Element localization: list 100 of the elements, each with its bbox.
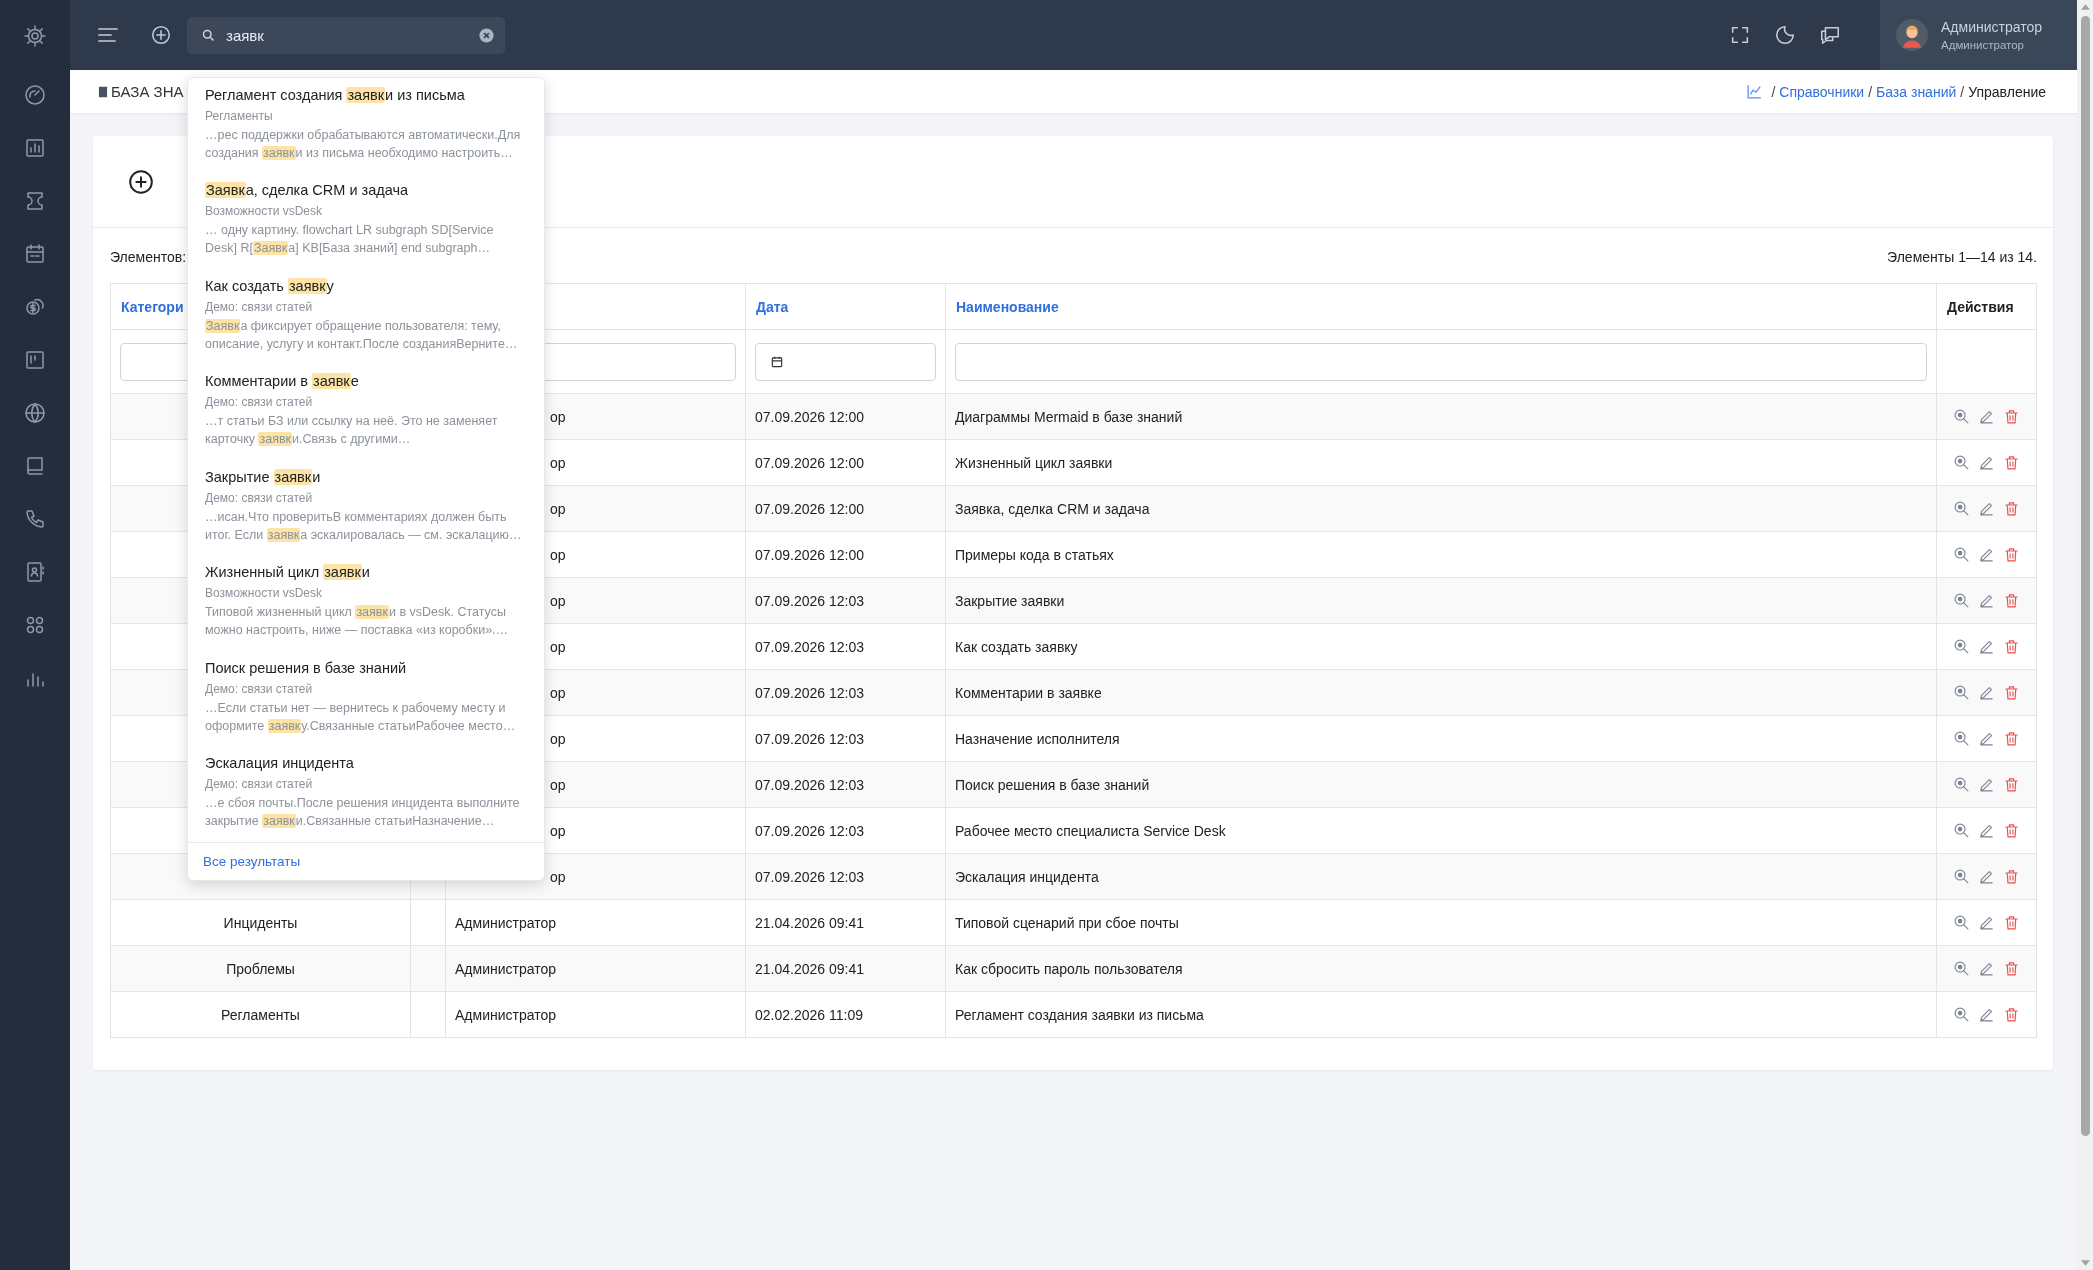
- scrollbar[interactable]: [2077, 0, 2093, 1270]
- column-header[interactable]: Наименование: [956, 298, 1059, 315]
- scroll-down-icon[interactable]: [2080, 1260, 2090, 1266]
- result-category: Демо: связи статей: [205, 298, 314, 316]
- trash-icon[interactable]: [2002, 1006, 2020, 1024]
- trash-icon[interactable]: [2002, 684, 2020, 702]
- calendar-icon: [770, 354, 784, 369]
- trash-icon[interactable]: [2002, 546, 2020, 564]
- trash-icon[interactable]: [2002, 730, 2020, 748]
- pencil-icon[interactable]: [1978, 408, 1995, 426]
- avatar-icon: [1896, 19, 1928, 51]
- table-cell: Как сбросить пароль пользователя: [955, 960, 1183, 977]
- trash-icon[interactable]: [2002, 914, 2020, 932]
- result-snippet: Заявка фиксирует обращение пользователя: тему, описание, услугу и контакт.После созданияВерните…: [205, 317, 519, 353]
- magnifier-icon[interactable]: [1953, 868, 1971, 886]
- result-category: Возможности vsDesk: [205, 585, 324, 602]
- table-cell: Проблемы: [226, 960, 295, 977]
- scroll-up-icon[interactable]: [2080, 4, 2090, 10]
- magnifier-icon[interactable]: [1953, 914, 1971, 932]
- magnifier-icon[interactable]: [1953, 500, 1971, 518]
- breadcrumb-link[interactable]: Справочники: [1779, 83, 1865, 100]
- globe-icon[interactable]: [23, 401, 47, 425]
- result-snippet: …т статьи БЗ или ссылку на неё. Это не заменяет карточку заявки.Связь с другими…: [205, 413, 499, 448]
- result-title[interactable]: Заявка, сделка CRM и задача: [205, 180, 534, 200]
- filter-field[interactable]: [955, 342, 1927, 381]
- pencil-icon[interactable]: [1978, 730, 1995, 748]
- settings-icon[interactable]: [23, 24, 47, 48]
- pencil-icon[interactable]: [1978, 914, 1995, 932]
- table-cell: 21.04.2026 09:41: [755, 914, 864, 931]
- pencil-icon[interactable]: [1978, 546, 1995, 564]
- table-cell: Администратор: [455, 914, 556, 931]
- breadcrumb-separator: /: [1960, 83, 1965, 100]
- trash-icon[interactable]: [2002, 592, 2020, 610]
- result-title[interactable]: Комментарии в заявке: [205, 371, 534, 391]
- trash-icon[interactable]: [2002, 408, 2020, 426]
- pencil-icon[interactable]: [1978, 500, 1995, 518]
- pencil-icon[interactable]: [1978, 822, 1995, 840]
- result-snippet: …е сбоя почты.После решения инцидента выполните закрытие заявки.Связанные статьиНазначение…: [205, 795, 521, 830]
- chat-icon[interactable]: [1819, 24, 1841, 46]
- result-title[interactable]: Как создать заявку: [205, 275, 534, 296]
- result-category: Демо: связи статей: [205, 489, 314, 507]
- calendar-icon[interactable]: [23, 242, 47, 266]
- phone-icon[interactable]: [23, 507, 47, 531]
- pencil-icon[interactable]: [1978, 868, 1995, 886]
- breadcrumb-link[interactable]: База знаний: [1876, 83, 1957, 100]
- result-title[interactable]: Жизненный цикл заявки: [205, 562, 534, 582]
- column-header[interactable]: Категори: [121, 298, 184, 315]
- all-results-link[interactable]: Все результаты: [203, 853, 301, 869]
- table-cell: 07.09.2026 12:03: [755, 730, 864, 747]
- table-cell: ор: [550, 454, 566, 471]
- column-header[interactable]: Дата: [756, 298, 789, 315]
- magnifier-icon[interactable]: [1953, 960, 1971, 978]
- table-cell: Примеры кода в статьях: [955, 546, 1114, 563]
- trash-icon[interactable]: [2002, 500, 2020, 518]
- clear-icon[interactable]: [478, 26, 495, 44]
- magnifier-icon[interactable]: [1953, 454, 1971, 472]
- table-cell: ор: [550, 868, 566, 885]
- date-filter-field[interactable]: [755, 342, 936, 381]
- table-cell: ор: [550, 592, 566, 609]
- add-icon[interactable]: [128, 168, 154, 195]
- magnifier-icon[interactable]: [1953, 638, 1971, 656]
- magnifier-icon[interactable]: [1953, 1006, 1971, 1024]
- result-title[interactable]: Закрытие заявки: [205, 466, 534, 487]
- magnifier-icon[interactable]: [1953, 730, 1971, 748]
- fullscreen-icon[interactable]: [1729, 24, 1751, 46]
- table-cell: 21.04.2026 09:41: [755, 960, 864, 977]
- user-panel[interactable]: Администратор Администратор: [1880, 0, 2077, 70]
- result-title[interactable]: Регламент создания заявки из письма: [205, 84, 534, 105]
- magnifier-icon[interactable]: [1953, 822, 1971, 840]
- trash-icon[interactable]: [2002, 960, 2020, 978]
- pencil-icon[interactable]: [1978, 960, 1995, 978]
- chart-line-icon[interactable]: [1746, 83, 1764, 100]
- magnifier-icon[interactable]: [1953, 592, 1971, 610]
- table-cell: ор: [550, 546, 566, 563]
- pencil-icon[interactable]: [1978, 454, 1995, 472]
- pencil-icon[interactable]: [1978, 592, 1995, 610]
- pencil-icon[interactable]: [1978, 776, 1995, 794]
- trash-icon[interactable]: [2002, 454, 2020, 472]
- board-icon[interactable]: [23, 348, 47, 372]
- magnifier-icon[interactable]: [1953, 776, 1971, 794]
- result-title[interactable]: Поиск решения в базе знаний: [205, 657, 534, 678]
- trash-icon[interactable]: [2002, 868, 2020, 886]
- result-snippet: …исан.Что проверитьВ комментариях должен быть итог. Если заявка эскалировалась — см. эскалацию…: [205, 508, 523, 544]
- search-field[interactable]: заявк: [187, 16, 505, 54]
- moon-icon[interactable]: [1774, 24, 1796, 46]
- trash-icon[interactable]: [2002, 776, 2020, 794]
- pencil-icon[interactable]: [1978, 638, 1995, 656]
- magnifier-icon[interactable]: [1953, 546, 1971, 564]
- chart-icon[interactable]: [23, 136, 47, 160]
- trash-icon[interactable]: [2002, 638, 2020, 656]
- page-size-label: Элементов:: [110, 249, 187, 265]
- trash-icon[interactable]: [2002, 822, 2020, 840]
- table-cell: Инциденты: [223, 914, 298, 931]
- result-title[interactable]: Эскалация инцидента: [205, 753, 534, 773]
- gauge-icon[interactable]: [23, 83, 47, 107]
- magnifier-icon[interactable]: [1953, 408, 1971, 426]
- magnifier-icon[interactable]: [1953, 684, 1971, 702]
- table-cell: Регламент создания заявки из письма: [955, 1006, 1204, 1023]
- pencil-icon[interactable]: [1978, 684, 1995, 702]
- pencil-icon[interactable]: [1978, 1006, 1995, 1024]
